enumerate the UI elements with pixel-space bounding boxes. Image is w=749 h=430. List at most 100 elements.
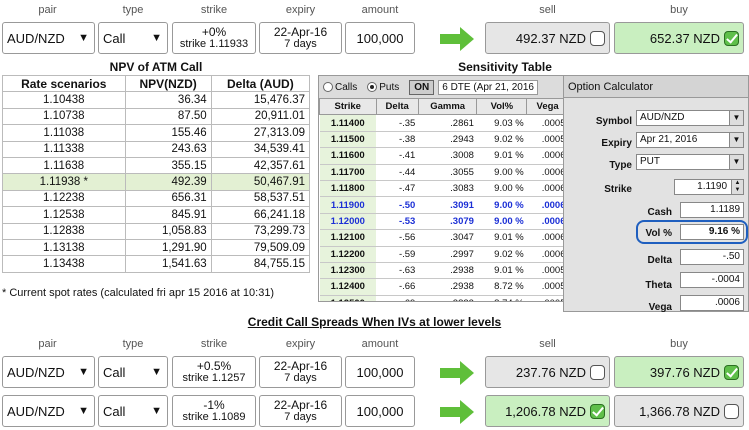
npv-row: 1.10438 36.34 15,476.37 <box>2 91 311 109</box>
amount-field-2[interactable]: 100,000 <box>345 356 415 388</box>
npv-cell: 492.39 <box>124 173 212 191</box>
strike-value: strike 1.1089 <box>182 411 246 423</box>
type-label: Type <box>609 160 632 171</box>
header-buy: buy <box>670 4 688 16</box>
buy-price: 1,366.78 NZD <box>639 403 720 419</box>
option-calculator-title: Option Calculator <box>564 76 748 98</box>
pair-select[interactable]: AUD/NZD ▼ <box>2 22 95 54</box>
amount-field-3[interactable]: 100,000 <box>345 395 415 427</box>
expiry-field-3[interactable]: 22-Apr-16 7 days <box>259 395 342 427</box>
checkbox-icon <box>590 364 605 380</box>
expiry-select[interactable]: Apr 21, 2016 ▼ <box>636 132 744 148</box>
sensitivity-row[interactable]: 1.12200 -.59.2997 9.02 % .0006 <box>319 246 567 263</box>
npv-title: NPV of ATM Call <box>109 60 203 74</box>
npv-cell: 15,476.37 <box>210 91 311 109</box>
npv-column-header: Delta (AUD) <box>210 74 311 93</box>
buy-button[interactable]: 652.37 NZD <box>614 22 744 54</box>
sensitivity-column-header: Vol% <box>476 97 528 116</box>
pair-select-2[interactable]: AUD/NZD ▼ <box>2 356 95 388</box>
sensitivity-row[interactable]: 1.11500 -.38.2943 9.02 % .0005 <box>319 131 567 149</box>
strike-stepper[interactable]: 1.1190 ▲ ▼ <box>674 179 744 195</box>
sensitivity-cell: -.63 <box>376 262 419 280</box>
expiry-field[interactable]: 22-Apr-16 7 days <box>259 22 342 54</box>
npv-cell: 50,467.91 <box>210 173 311 191</box>
dropdown-arrow-icon: ▼ <box>729 133 743 147</box>
header-sell-2: sell <box>539 338 556 350</box>
sell-button-2[interactable]: 237.76 NZD <box>485 356 610 388</box>
sensitivity-row[interactable]: 1.11700 -.44.3055 9.00 % .0006 <box>319 164 567 181</box>
npv-row: 1.11638 355.15 42,357.61 <box>2 156 311 175</box>
sensitivity-row[interactable]: 1.12100 -.56.3047 9.01 % .0006 <box>319 229 567 247</box>
strike-field-3[interactable]: -1% strike 1.1089 <box>172 395 256 427</box>
sensitivity-cell: -.50 <box>376 196 419 214</box>
sensitivity-cell: -.47 <box>376 180 419 198</box>
header-strike: strike <box>200 4 228 16</box>
sell-button-3[interactable]: 1,206.78 NZD <box>485 395 610 427</box>
sell-price: 237.76 NZD <box>515 364 586 380</box>
spinner-icon[interactable]: ▲ ▼ <box>731 180 743 194</box>
sensitivity-cell: .0006 <box>526 246 567 263</box>
npv-cell: 79,509.09 <box>210 238 311 257</box>
npv-cell: 36.34 <box>124 91 212 109</box>
sell-button[interactable]: 492.37 NZD <box>485 22 610 54</box>
npv-row: 1.11338 243.63 34,539.41 <box>2 140 311 158</box>
strike-field[interactable]: +0% strike 1.11933 <box>172 22 256 54</box>
sensitivity-cell: .0005 <box>526 114 567 132</box>
type-select-2[interactable]: Call ▼ <box>98 356 168 388</box>
sensitivity-cell: .2938 <box>418 262 477 280</box>
sensitivity-row[interactable]: 1.12500-.69.28328.74 %.0005 <box>319 295 567 301</box>
sensitivity-cell: 9.02 % <box>476 246 527 263</box>
strike-field-2[interactable]: +0.5% strike 1.1257 <box>172 356 256 388</box>
sensitivity-cell: .3083 <box>418 180 477 198</box>
sensitivity-cell: -.59 <box>376 246 419 263</box>
sensitivity-row[interactable]: 1.12400 -.66.2938 8.72 % .0005 <box>319 278 567 296</box>
sensitivity-panel: Calls Puts ON 6 DTE (Apr 21, 2016 Strike… <box>318 75 568 302</box>
npv-column-header: Rate scenarios <box>2 74 126 93</box>
type-select-calc[interactable]: PUT ▼ <box>636 154 744 170</box>
sensitivity-row[interactable]: 1.12300 -.63.2938 9.01 % .0005 <box>319 262 567 280</box>
type-select-3[interactable]: Call ▼ <box>98 395 168 427</box>
sensitivity-cell: 9.01 % <box>476 262 527 280</box>
buy-button-2[interactable]: 397.76 NZD <box>614 356 744 388</box>
sensitivity-row[interactable]: 1.11400 -.35.2861 9.03 % .0005 <box>319 114 567 132</box>
pair-select-3[interactable]: AUD/NZD ▼ <box>2 395 95 427</box>
sensitivity-cell: 1.11700 <box>319 164 376 181</box>
sensitivity-row[interactable]: 1.11600 -.41.3008 9.01 % .0006 <box>319 147 567 165</box>
sensitivity-cell: .2861 <box>418 114 477 132</box>
header-expiry-2: expiry <box>285 338 316 350</box>
npv-cell: 42,357.61 <box>210 156 311 175</box>
sensitivity-cell: .0006 <box>526 213 567 231</box>
sensitivity-cell: 1.11900 <box>319 196 376 214</box>
arrow-right-icon <box>440 27 474 51</box>
npv-row: 1.12238 656.31 58,537.51 <box>2 189 311 208</box>
sensitivity-cell: .3091 <box>418 196 477 214</box>
calls-radio[interactable]: Calls <box>323 82 357 93</box>
header-expiry: expiry <box>285 4 316 16</box>
expiry-field-2[interactable]: 22-Apr-16 7 days <box>259 356 342 388</box>
sensitivity-cell: 1.11800 <box>319 180 376 198</box>
on-button[interactable]: ON <box>409 79 435 95</box>
type-select[interactable]: Call ▼ <box>98 22 168 54</box>
symbol-select[interactable]: AUD/NZD ▼ <box>636 110 744 126</box>
expiry-date: 22-Apr-16 <box>273 398 328 412</box>
vol-field[interactable]: 9.16 % <box>680 224 744 240</box>
sensitivity-row[interactable]: 1.11900 -.50.3091 9.00 % .0006 <box>319 196 567 214</box>
amount-field[interactable]: 100,000 <box>345 22 415 54</box>
cash-field[interactable]: 1.1189 <box>680 202 744 218</box>
sensitivity-cell: 1.12100 <box>319 229 376 247</box>
npv-cell: 355.15 <box>124 156 212 175</box>
type-value-calc: PUT <box>640 156 660 167</box>
sensitivity-cell: -.53 <box>376 213 419 231</box>
buy-button-3[interactable]: 1,366.78 NZD <box>614 395 744 427</box>
vega-label: Vega <box>648 302 672 313</box>
sensitivity-cell: .0006 <box>526 196 567 214</box>
puts-radio[interactable]: Puts <box>367 82 399 93</box>
sensitivity-row[interactable]: 1.12000 -.53.3079 9.00 % .0006 <box>319 213 567 231</box>
sensitivity-row[interactable]: 1.11800 -.47.3083 9.00 % .0006 <box>319 180 567 198</box>
checkbox-icon <box>724 403 739 419</box>
sell-price: 1,206.78 NZD <box>505 403 586 419</box>
npv-cell: 66,241.18 <box>210 206 311 224</box>
cash-label: Cash <box>647 207 672 218</box>
npv-cell: 1.11938 * <box>2 173 126 191</box>
sensitivity-cell: .0006 <box>526 229 567 247</box>
